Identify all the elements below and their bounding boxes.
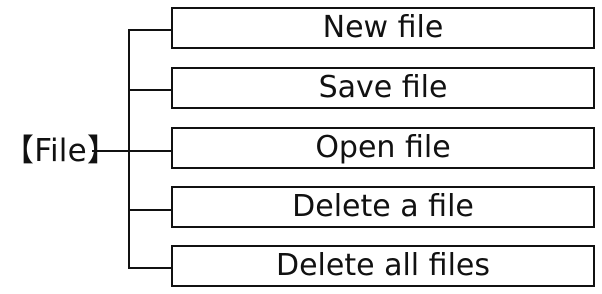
- menu-item-label: Save file: [318, 70, 448, 105]
- menu-item-open-file[interactable]: Open file: [171, 127, 595, 169]
- branch-line-open-file: [128, 150, 171, 152]
- menu-item-label: Delete a file: [292, 189, 474, 224]
- branch-line-delete-all-files: [128, 267, 171, 269]
- root-connector-line: [92, 150, 129, 152]
- menu-item-label: Delete all files: [275, 248, 490, 283]
- branch-line-save-file: [128, 89, 171, 91]
- menu-item-new-file[interactable]: New file: [171, 7, 595, 49]
- tree-trunk-line: [128, 29, 130, 269]
- branch-line-delete-a-file: [128, 209, 171, 211]
- branch-line-new-file: [128, 29, 171, 31]
- menu-item-save-file[interactable]: Save file: [171, 67, 595, 109]
- menu-item-label: New file: [322, 10, 444, 45]
- menu-item-delete-all-files[interactable]: Delete all files: [171, 245, 595, 287]
- menu-item-delete-a-file[interactable]: Delete a file: [171, 186, 595, 228]
- menu-item-label: Open file: [315, 130, 451, 165]
